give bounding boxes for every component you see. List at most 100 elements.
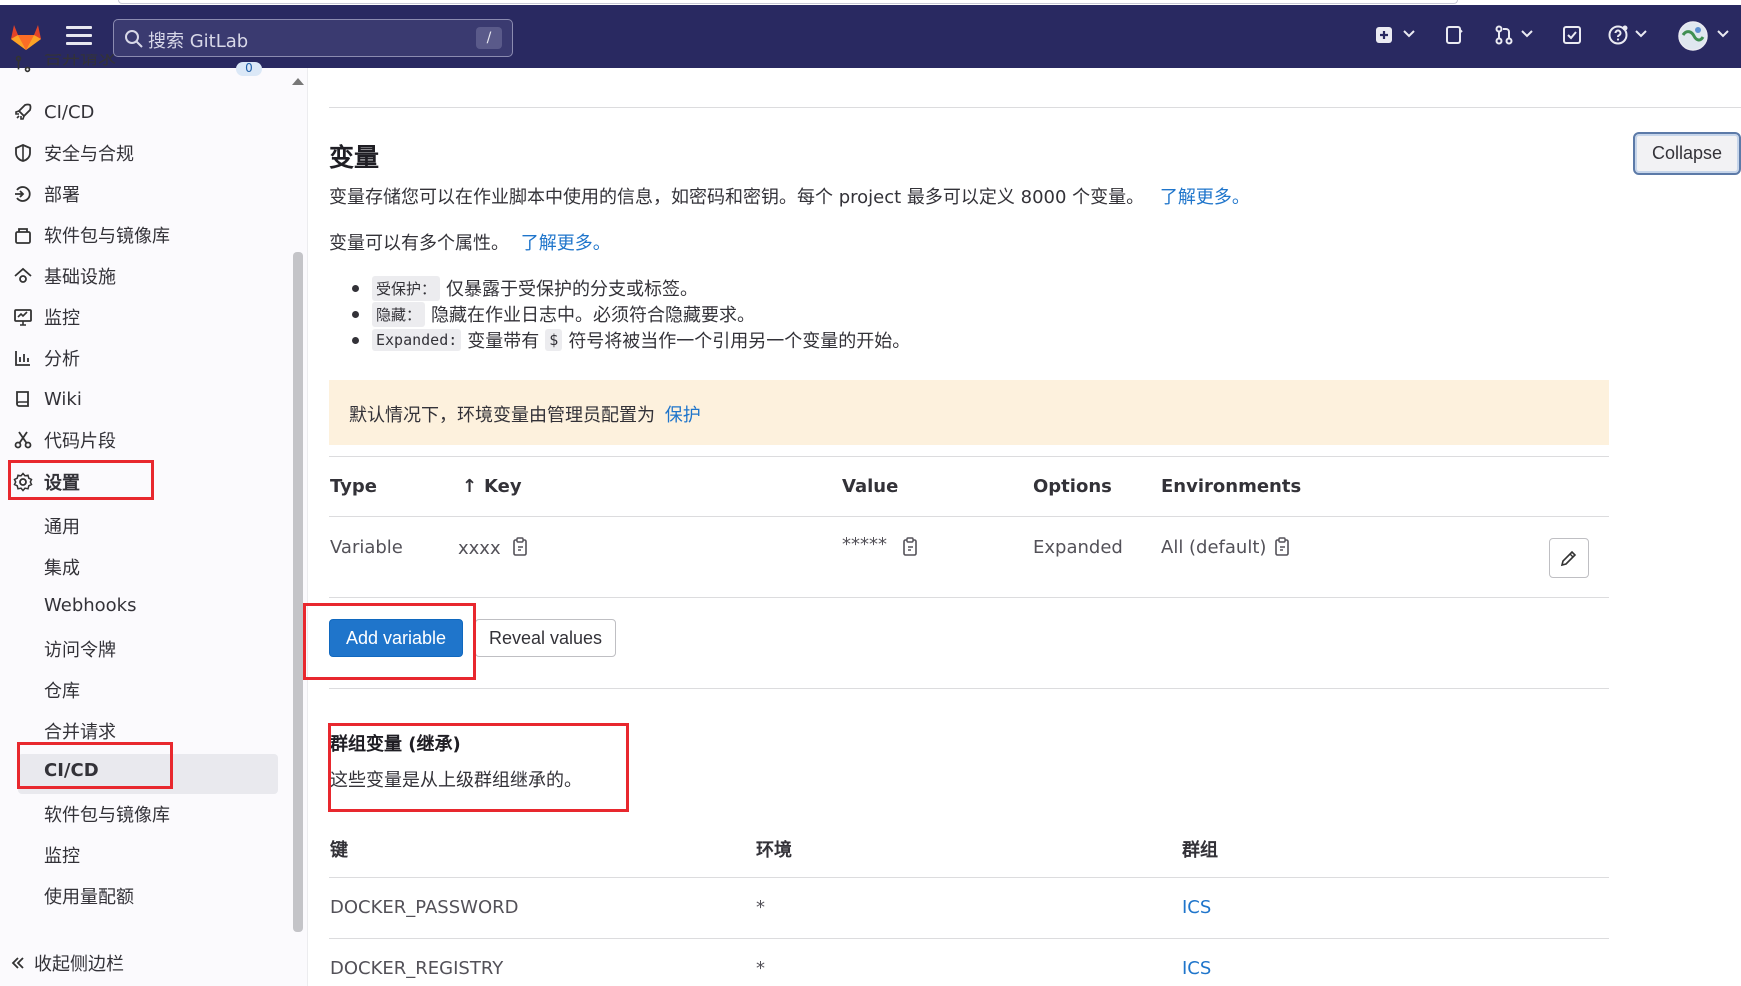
cell-options: Expanded	[1033, 537, 1123, 558]
scroll-up-arrow-icon[interactable]	[292, 78, 304, 85]
inherited-row-env: *	[756, 958, 765, 979]
attributes-learn-more-link[interactable]: 了解更多。	[521, 233, 611, 254]
protect-link[interactable]: 保护	[665, 405, 701, 426]
sidebar-item-label: 代码片段	[44, 431, 116, 452]
sidebar-item-label: 分析	[44, 349, 80, 370]
edit-variable-button[interactable]	[1549, 538, 1589, 578]
inherited-row-divider	[329, 938, 1609, 939]
table-bottom-divider	[329, 597, 1609, 598]
attribute-code: 隐藏：	[372, 301, 426, 327]
sidebar-subitem-webhooks[interactable]: Webhooks	[44, 595, 136, 616]
chevron-down-icon[interactable]	[1403, 29, 1415, 39]
sidebar-item-label: 监控	[44, 308, 80, 329]
merge-request-icon[interactable]	[1493, 24, 1515, 46]
inherited-variables-title: 群组变量 (继承)	[330, 734, 461, 755]
deploy-icon	[12, 183, 34, 205]
add-variable-button[interactable]: Add variable	[329, 619, 463, 657]
monitor-icon	[12, 306, 34, 328]
new-item-icon[interactable]	[1373, 24, 1395, 46]
learn-more-link[interactable]: 了解更多。	[1160, 187, 1250, 208]
chart-icon	[12, 347, 34, 369]
sidebar-item-label: 合并请求	[44, 54, 116, 69]
sidebar-subitem-integrations[interactable]: 集成	[44, 554, 80, 580]
sidebar-item-security[interactable]: 安全与合规	[12, 136, 277, 170]
attributes-description: 变量可以有多个属性。 了解更多。	[329, 229, 611, 255]
column-header-value[interactable]: Value	[842, 476, 898, 497]
column-header-environments[interactable]: Environments	[1161, 476, 1301, 497]
sidebar-subitem-cicd[interactable]: CI/CD	[44, 760, 99, 781]
hamburger-menu-icon[interactable]	[66, 26, 92, 46]
section-divider	[329, 688, 1609, 689]
reveal-values-button[interactable]: Reveal values	[475, 619, 616, 657]
inherited-row-key: DOCKER_REGISTRY	[330, 958, 504, 979]
cloud-gear-icon	[12, 265, 34, 287]
sidebar-subitem-usage-quotas[interactable]: 使用量配额	[44, 883, 134, 909]
package-icon	[12, 224, 34, 246]
bullet-dot	[352, 310, 359, 318]
sort-arrow-icon[interactable]: ↑	[462, 476, 477, 497]
chevron-down-icon[interactable]	[1635, 29, 1647, 39]
sidebar-item-deploy[interactable]: 部署	[12, 177, 277, 211]
variables-description: 变量存储您可以在作业脚本中使用的信息，如密码和密钥。每个 project 最多可…	[329, 183, 1250, 209]
attribute-text: 符号将被当作一个引用另一个变量的开始。	[568, 331, 911, 352]
sidebar-subitem-access-tokens[interactable]: 访问令牌	[44, 636, 116, 662]
sidebar-subitem-monitor[interactable]: 监控	[44, 842, 80, 868]
scissors-icon	[12, 429, 34, 451]
copy-key-icon[interactable]	[512, 537, 528, 557]
sidebar-item-infrastructure[interactable]: 基础设施	[12, 259, 277, 293]
inherited-header-environment: 环境	[756, 840, 792, 861]
help-icon[interactable]	[1607, 24, 1629, 46]
sidebar-scrollbar[interactable]	[293, 252, 303, 932]
sidebar-item-label: Wiki	[44, 388, 82, 410]
sidebar-item-wiki[interactable]: Wiki	[12, 382, 277, 416]
sidebar-subitem-packages[interactable]: 软件包与镜像库	[44, 801, 170, 827]
sidebar-item-label: CI/CD	[44, 101, 95, 123]
copy-environment-icon[interactable]	[1274, 537, 1290, 557]
attribute-text: 变量带有	[467, 331, 540, 352]
inherited-header-key: 键	[330, 840, 348, 861]
sidebar-item-snippets[interactable]: 代码片段	[12, 423, 277, 457]
table-header-divider	[329, 516, 1609, 517]
gitlab-logo-icon[interactable]	[9, 20, 43, 52]
collapse-sidebar-button[interactable]: 收起侧边栏	[10, 950, 124, 976]
bullet-dot	[352, 336, 359, 344]
search-input[interactable]: 搜索 GitLab /	[113, 19, 513, 57]
inherited-header-divider	[329, 877, 1609, 878]
sidebar-item-label: 安全与合规	[44, 144, 134, 165]
sidebar-subitem-general[interactable]: 通用	[44, 513, 80, 539]
attribute-code: Expanded:	[372, 329, 462, 351]
sidebar-item-monitor[interactable]: 监控	[12, 300, 277, 334]
inherited-row-group-link[interactable]: ICS	[1182, 897, 1211, 918]
sidebar-subitem-repository[interactable]: 仓库	[44, 677, 80, 703]
sidebar-subitem-merge-requests[interactable]: 合并请求	[44, 718, 116, 744]
alert-message: 默认情况下，环境变量由管理员配置为	[349, 405, 655, 426]
chevron-down-icon[interactable]	[1521, 29, 1533, 39]
todo-icon[interactable]	[1561, 24, 1583, 46]
issues-icon[interactable]	[1443, 24, 1465, 46]
info-alert: 默认情况下，环境变量由管理员配置为 保护	[329, 380, 1609, 445]
column-header-key[interactable]: Key	[484, 476, 522, 497]
cell-environments: All (default)	[1161, 537, 1267, 558]
collapse-button[interactable]: Collapse	[1633, 132, 1741, 175]
cell-type: Variable	[330, 537, 403, 558]
search-icon	[125, 30, 143, 48]
inherited-row-key: DOCKER_PASSWORD	[330, 897, 519, 918]
list-item: Expanded: 变量带有 $ 符号将被当作一个引用另一个变量的开始。	[352, 327, 910, 353]
bullet-dot	[352, 284, 359, 292]
chevron-down-icon[interactable]	[1717, 29, 1729, 39]
sidebar-item-label: 软件包与镜像库	[44, 226, 170, 247]
search-shortcut-badge: /	[476, 27, 502, 49]
sidebar-item-cicd[interactable]: CI/CD	[12, 95, 277, 129]
avatar[interactable]	[1678, 21, 1708, 51]
sidebar-item-analytics[interactable]: 分析	[12, 341, 277, 375]
sidebar-item-packages[interactable]: 软件包与镜像库	[12, 218, 277, 252]
sidebar-item-settings[interactable]: 设置	[12, 465, 277, 499]
attributes-text: 变量可以有多个属性。	[329, 233, 509, 254]
copy-value-icon[interactable]	[902, 537, 918, 557]
column-header-options[interactable]: Options	[1033, 476, 1112, 497]
column-header-type[interactable]: Type	[330, 476, 377, 497]
cell-key: xxxx	[458, 538, 501, 559]
attribute-text: 隐藏在作业日志中。必须符合隐藏要求。	[431, 305, 756, 326]
inherited-row-group-link[interactable]: ICS	[1182, 958, 1211, 979]
list-item: 受保护： 仅暴露于受保护的分支或标签。	[352, 275, 698, 301]
